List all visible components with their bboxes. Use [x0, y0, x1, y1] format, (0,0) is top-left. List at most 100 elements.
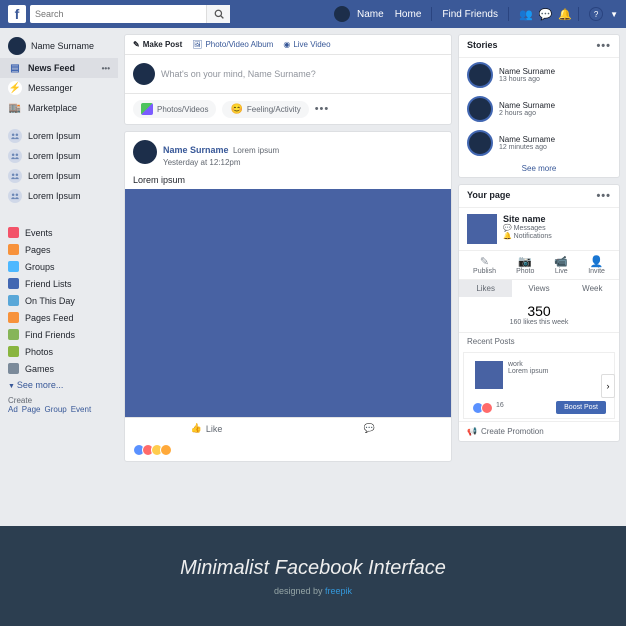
sidebar-item-label: Events	[25, 228, 53, 238]
sidebar-item-on-this-day[interactable]: On This Day	[0, 292, 118, 309]
main-feed: ✎Make Post 🖼Photo/Video Album ◉Live Vide…	[118, 28, 458, 526]
messages-icon[interactable]: 💬	[539, 8, 553, 21]
publish-icon: ✎	[473, 255, 496, 268]
nav-find-friends[interactable]: Find Friends	[438, 9, 502, 20]
post-image[interactable]	[125, 189, 451, 417]
stories-panel: Stories••• Name Surname13 hours ago Name…	[458, 34, 620, 178]
sidebar-item-label: Photos	[25, 347, 53, 357]
story-item[interactable]: Name Surname12 minutes ago	[459, 126, 619, 160]
recent-posts-title: Recent Posts	[459, 332, 619, 350]
stories-see-more[interactable]: See more	[459, 160, 619, 177]
find-friends-icon	[8, 329, 19, 340]
feeling-button[interactable]: 😊Feeling/Activity	[222, 101, 308, 118]
sidebar-item-pages[interactable]: Pages	[0, 241, 118, 258]
help-icon[interactable]: ?	[589, 7, 603, 21]
tab-likes[interactable]: Likes	[459, 280, 512, 297]
post-avatar[interactable]	[133, 140, 157, 164]
story-author: Name Surname	[499, 101, 555, 110]
sidebar-item-events[interactable]: Events	[0, 224, 118, 241]
tab-live-video[interactable]: ◉Live Video	[283, 40, 330, 49]
photos-videos-button[interactable]: Photos/Videos	[133, 100, 216, 118]
story-avatar	[467, 96, 493, 122]
live-button[interactable]: 📹Live	[554, 255, 568, 275]
story-item[interactable]: Name Surname13 hours ago	[459, 58, 619, 92]
invite-button[interactable]: 👤Invite	[588, 255, 605, 275]
story-item[interactable]: Name Surname2 hours ago	[459, 92, 619, 126]
create-ad-link[interactable]: Ad	[8, 405, 18, 414]
sidebar-shortcut[interactable]: Lorem Ipsum	[0, 126, 118, 146]
tab-week[interactable]: Week	[566, 280, 619, 297]
page-thumbnail[interactable]	[467, 214, 497, 244]
facebook-logo[interactable]: f	[8, 5, 26, 23]
sidebar-profile-name: Name Surname	[31, 41, 94, 51]
search-icon[interactable]	[206, 5, 230, 23]
sidebar-item-newsfeed[interactable]: ▤ News Feed •••	[0, 58, 118, 78]
story-author: Name Surname	[499, 135, 555, 144]
more-options-icon[interactable]: •••	[315, 103, 330, 115]
sidebar-item-find-friends[interactable]: Find Friends	[0, 326, 118, 343]
sidebar-item-friend-lists[interactable]: Friend Lists	[0, 275, 118, 292]
sidebar-item-groups[interactable]: Groups	[0, 258, 118, 275]
sidebar-avatar	[8, 37, 26, 55]
sidebar-item-messenger[interactable]: ⚡ Messanger	[0, 78, 118, 98]
smiley-icon: 😊	[230, 104, 242, 115]
notifications-icon[interactable]: 🔔	[558, 8, 572, 21]
create-page-link[interactable]: Page	[22, 405, 41, 414]
publish-button[interactable]: ✎Publish	[473, 255, 496, 275]
composer-input[interactable]: What's on your mind, Name Surname?	[161, 69, 443, 79]
page-options-icon[interactable]: •••	[596, 190, 611, 202]
account-menu-icon[interactable]: ▼	[610, 10, 618, 19]
on-this-day-icon	[8, 295, 19, 306]
friend-requests-icon[interactable]: 👥	[519, 8, 533, 21]
recent-post-item[interactable]: workLorem ipsum	[467, 356, 611, 394]
page-name[interactable]: Site name	[503, 214, 552, 224]
boost-post-button[interactable]: Boost Post	[556, 401, 606, 414]
sidebar-item-label: Groups	[25, 262, 55, 272]
photo-button[interactable]: 📷Photo	[516, 255, 534, 275]
camera-icon: 📷	[516, 255, 534, 268]
like-button[interactable]: 👍Like	[125, 418, 288, 439]
footer-brand: freepik	[325, 586, 352, 596]
sidebar-profile[interactable]: Name Surname	[0, 34, 118, 58]
sidebar-item-label: News Feed	[28, 63, 75, 73]
comment-button[interactable]: 💬	[288, 418, 451, 439]
sidebar-item-label: Marketplace	[28, 103, 77, 113]
search-box[interactable]	[30, 5, 230, 23]
sidebar-item-marketplace[interactable]: 🏬 Marketplace	[0, 98, 118, 118]
pages-icon	[8, 244, 19, 255]
nav-profile-link[interactable]: Name	[353, 9, 388, 20]
sidebar-item-pages-feed[interactable]: Pages Feed	[0, 309, 118, 326]
stories-options-icon[interactable]: •••	[596, 40, 611, 52]
games-icon	[8, 363, 19, 374]
nav-avatar[interactable]	[334, 6, 350, 22]
post-author[interactable]: Name Surname	[163, 145, 229, 155]
chevron-right-icon[interactable]: ›	[601, 374, 615, 398]
create-promotion-link[interactable]: 📢Create Promotion	[459, 421, 619, 441]
newsfeed-icon: ▤	[8, 61, 22, 75]
search-input[interactable]	[30, 9, 206, 19]
sidebar-shortcut[interactable]: Lorem Ipsum	[0, 186, 118, 206]
sidebar-shortcut[interactable]: Lorem Ipsum	[0, 146, 118, 166]
create-event-link[interactable]: Event	[71, 405, 91, 414]
story-time: 12 minutes ago	[499, 144, 555, 151]
group-icon	[8, 129, 22, 143]
tab-views[interactable]: Views	[512, 280, 565, 297]
tab-photo-album[interactable]: 🖼Photo/Video Album	[192, 40, 273, 49]
sidebar-shortcut[interactable]: Lorem Ipsum	[0, 166, 118, 186]
pages-feed-icon	[8, 312, 19, 323]
sidebar-item-games[interactable]: Games	[0, 360, 118, 377]
page-messages-link[interactable]: 💬 Messages	[503, 224, 552, 232]
page-notifications-link[interactable]: 🔔 Notifications	[503, 232, 552, 240]
sidebar-see-more[interactable]: ▼ See more...	[0, 377, 118, 393]
reactions-bar[interactable]	[125, 439, 451, 461]
sidebar-item-photos[interactable]: Photos	[0, 343, 118, 360]
group-icon	[8, 189, 22, 203]
speaker-icon: 📢	[467, 427, 477, 436]
footer-title: Minimalist Facebook Interface	[180, 557, 446, 580]
nav-home-link[interactable]: Home	[391, 9, 426, 20]
create-group-link[interactable]: Group	[44, 405, 66, 414]
love-reaction-icon	[481, 402, 493, 414]
groups-icon	[8, 261, 19, 272]
tab-make-post[interactable]: ✎Make Post	[133, 40, 182, 49]
post-body: Lorem ipsum	[125, 175, 451, 189]
